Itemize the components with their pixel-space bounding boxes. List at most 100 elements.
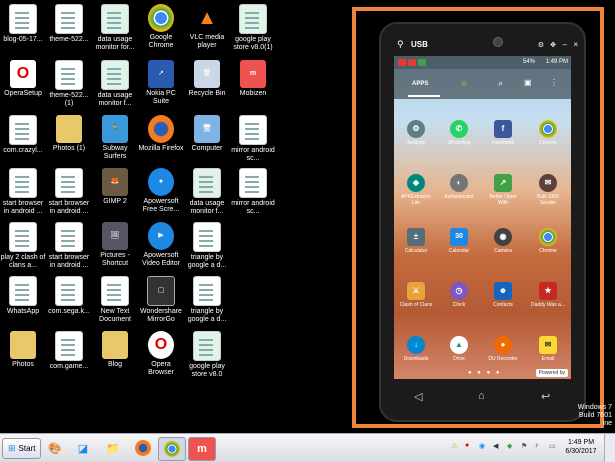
emoji-tab-icon[interactable]: ☺	[460, 79, 468, 88]
mirrorgo-icon: ▢	[147, 276, 175, 306]
app-authenticator[interactable]: ◐ Authenticator	[441, 174, 477, 200]
phone-clock: 1:49 PM	[545, 59, 568, 65]
system-tray: ⚠ ● ◉ ◀ ◆ ⚑ ♪ ▭ 1:49 PM 6/30/2017	[443, 434, 615, 462]
taskbar-paint[interactable]: 🎨	[42, 437, 68, 459]
desktop-icon-play-clash[interactable]: play 2 clash of clans a...	[0, 222, 46, 270]
settings-icon[interactable]: ⚙	[538, 41, 544, 49]
taskbar-chrome[interactable]	[158, 437, 186, 461]
desktop-icon-subway-surfers[interactable]: 🏃 Subway Surfers	[92, 115, 138, 161]
app-chrome-1[interactable]: Chrome	[530, 120, 566, 146]
app-camera[interactable]: ◉ Camera	[485, 228, 521, 254]
desktop-icon-data-usage-2[interactable]: data usage monitor f...	[92, 60, 138, 108]
desktop-icon-theme-1[interactable]: theme-522...	[46, 4, 92, 44]
desktop-icon-data-usage-3[interactable]: data usage monitor f...	[184, 168, 230, 216]
desktop-icon-opera-browser[interactable]: O Opera Browser	[138, 331, 184, 377]
desktop-icon-triangle-2[interactable]: triangle by google a d...	[184, 276, 230, 324]
app-drive[interactable]: ▲ Drive	[441, 336, 477, 362]
desktop-icon-whatsapp[interactable]: WhatsApp	[0, 276, 46, 316]
app-clash-of-clans[interactable]: ⚔ Clash of Clans	[398, 282, 434, 308]
home-button[interactable]: ⌂	[478, 390, 485, 402]
desktop-icon-data-usage-1[interactable]: data usage monitor for...	[92, 4, 138, 52]
desktop-icon-gimp[interactable]: 🦊 GIMP 2	[92, 168, 138, 206]
opera-icon: O	[148, 331, 174, 359]
taskbar-clock[interactable]: 1:49 PM 6/30/2017	[561, 438, 601, 456]
tray-icon[interactable]: ⚠	[451, 442, 457, 450]
desktop-icon-new-text-document[interactable]: New Text Document	[92, 276, 138, 324]
apowersoft-recorder-icon: ●	[148, 168, 174, 196]
app-better-open-with[interactable]: ↗ Better Open With	[485, 174, 521, 206]
app-clock[interactable]: ◷ Clock	[441, 282, 477, 308]
desktop-icon-apowersoft-video-editor[interactable]: ▶ Apowersoft Video Editor	[138, 222, 184, 268]
show-desktop-button[interactable]	[604, 434, 615, 462]
desktop-icon-com-crazyl[interactable]: com.crazyl...	[0, 115, 46, 155]
app-du-recorder[interactable]: ● DU Recorder	[485, 336, 521, 362]
app-bulk-sms[interactable]: ✉ Bulk SMS Sender	[530, 174, 566, 206]
desktop-icon-theme-2[interactable]: theme-522... (1)	[46, 60, 92, 108]
more-icon[interactable]: ⋮	[550, 78, 558, 87]
tray-flag-icon[interactable]: ⚑	[521, 442, 527, 450]
desktop-icon-photos[interactable]: Photos	[0, 331, 46, 369]
pin-icon[interactable]: ✥	[550, 41, 556, 49]
tray-volume-icon[interactable]: ◀	[493, 442, 498, 450]
tray-speaker-icon[interactable]: ♪	[535, 442, 539, 449]
desktop-icon-triangle-1[interactable]: triangle by google a d...	[184, 222, 230, 270]
taskbar-notepad[interactable]: ◪	[70, 437, 96, 459]
desktop-icon-mirror-android-1[interactable]: mirror android sc...	[230, 115, 276, 163]
tray-battery-icon[interactable]: ▭	[549, 442, 556, 450]
desktop-icon-vlc[interactable]: ▲ VLC media player	[184, 4, 230, 50]
desktop-icon-photos-1[interactable]: Photos (1)	[46, 115, 92, 153]
desktop-icon-pictures-shortcut[interactable]: 🖼 Pictures - Shortcut	[92, 222, 138, 268]
app-daddy-was-a[interactable]: ★ Daddy Was a...	[530, 282, 566, 308]
app-calendar[interactable]: 30 Calendar	[441, 228, 477, 254]
desktop-icon-start-browser-2[interactable]: start browser in android ...	[46, 168, 92, 216]
app-facebook[interactable]: f Facebook	[485, 120, 521, 146]
taskbar-explorer[interactable]: 📁	[100, 437, 126, 459]
back-button[interactable]: ◁	[414, 390, 422, 403]
desktop-icon-nokia-pc-suite[interactable]: ↗ Nokia PC Suite	[138, 60, 184, 106]
phone-screenshot-icon	[101, 60, 129, 90]
start-button[interactable]: ⊞ Start	[2, 438, 42, 459]
desktop-icon-start-browser-1[interactable]: start browser in android ...	[0, 168, 46, 216]
desktop-icon-operasetup[interactable]: O OperaSetup	[0, 60, 46, 98]
app-downloads[interactable]: ↓ Downloads	[398, 336, 434, 362]
desktop-icon-com-game[interactable]: com.game...	[46, 331, 92, 371]
desktop-icon-apowersoft-free-screen[interactable]: ● Apowersoft Free Scre...	[138, 168, 184, 214]
taskbar-firefox[interactable]	[130, 437, 156, 459]
tray-opera-icon[interactable]: ●	[465, 442, 469, 449]
file-icon	[9, 115, 37, 145]
app-email[interactable]: ✉ Email	[530, 336, 566, 362]
desktop-icon-mozilla-firefox[interactable]: Mozilla Firefox	[138, 115, 184, 153]
phone-screenshot-icon	[193, 222, 221, 252]
desktop-icon-computer[interactable]: 🖥 Computer	[184, 115, 230, 153]
app-whatsapp[interactable]: ✆ WhatsApp	[441, 120, 477, 146]
tab-apps[interactable]: APPS	[412, 81, 428, 87]
tray-icon[interactable]: ◆	[507, 442, 512, 450]
minimize-icon[interactable]: –	[563, 40, 567, 49]
desktop-icon-google-chrome[interactable]: Google Chrome	[138, 4, 184, 50]
desktop-icon-mirror-android-2[interactable]: mirror android sc...	[230, 168, 276, 216]
desktop-icon-google-play-store-1[interactable]: google play store v8.0(1)	[230, 4, 276, 52]
desktop-icon-blog[interactable]: Blog	[92, 331, 138, 369]
desktop-icon-start-browser-3[interactable]: start browser in android ...	[46, 222, 92, 270]
store-icon[interactable]: ▣	[524, 78, 532, 87]
desktop-icon-wondershare-mirrorgo[interactable]: ▢ Wondershare MirrorGo	[138, 276, 184, 324]
app-calculator[interactable]: ± Calculator	[398, 228, 434, 254]
tray-network-icon[interactable]: ◉	[479, 442, 485, 450]
app-apkextractor[interactable]: ◆ APKExtractor Lite	[398, 174, 434, 206]
desktop-icon-recycle-bin[interactable]: 🗑 Recycle Bin	[184, 60, 230, 98]
search-icon[interactable]: ⌕	[498, 78, 503, 89]
document-icon	[55, 168, 83, 198]
taskbar-mobizen[interactable]: m	[188, 437, 216, 461]
file-icon	[55, 331, 83, 361]
recent-button[interactable]: ↩	[541, 390, 550, 403]
app-chrome-2[interactable]: Chrome	[530, 228, 566, 254]
app-settings[interactable]: ⚙ Settings	[398, 120, 434, 146]
close-icon[interactable]: ×	[573, 40, 578, 49]
phone-mirror-window[interactable]: ⚲ USB ⚙ ✥ – × 54% 1:49 PM APPS ☺ ⌕ ▣ ⋮ ⚙…	[379, 22, 586, 422]
desktop-icon-mobizen[interactable]: m Mobizen	[230, 60, 276, 98]
app-contacts[interactable]: ☻ Contacts	[485, 282, 521, 308]
desktop-icon-google-play-store-2[interactable]: google play store v8.0	[184, 331, 230, 379]
authenticator-icon: ◐	[450, 174, 468, 192]
desktop-icon-com-sega[interactable]: com.sega.k...	[46, 276, 92, 316]
desktop-icon-blog-doc[interactable]: blog-05-17...	[0, 4, 46, 44]
